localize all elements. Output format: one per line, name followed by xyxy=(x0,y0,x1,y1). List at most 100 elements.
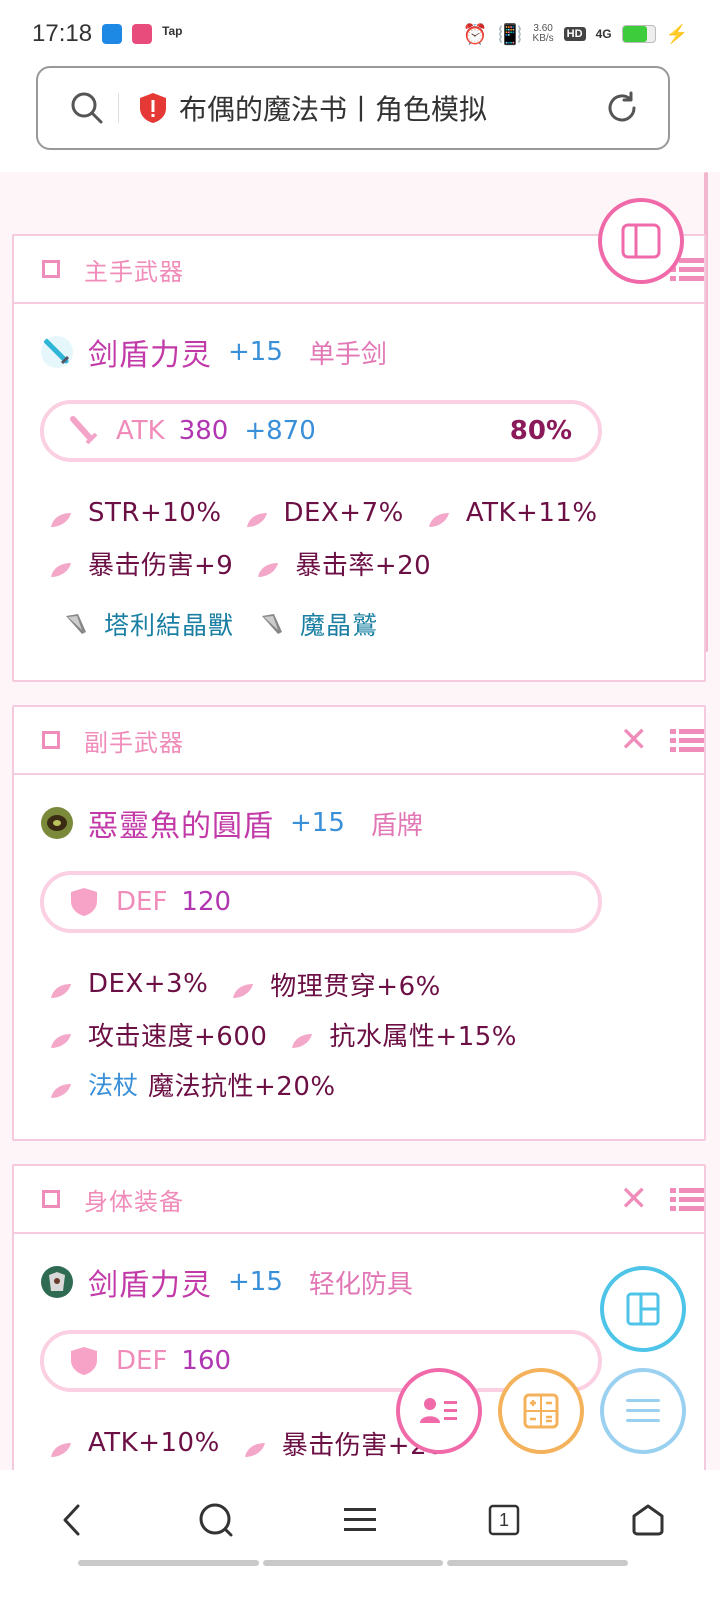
leaf-icon xyxy=(51,1443,71,1457)
leaf-icon xyxy=(246,513,267,527)
stat-value: 120 xyxy=(181,887,232,917)
address-bar[interactable]: 布偶的魔法书丨角色模拟 xyxy=(36,66,670,150)
card-checkbox[interactable] xyxy=(42,1190,60,1208)
leaf-icon xyxy=(292,1034,313,1048)
menu-nav-button[interactable] xyxy=(330,1490,390,1550)
alarm-icon: ⏰ xyxy=(462,23,488,46)
crystal-chip[interactable]: 塔利結晶獸 xyxy=(64,606,234,642)
sub-weapon-card: 副手武器 ✕ 惡靈魚的圓盾 +15 盾牌 DEF 120 DEX+3% 物理贯穿… xyxy=(12,705,706,1141)
status-time: 17:18 xyxy=(32,20,93,47)
stat-label: ATK xyxy=(116,416,165,446)
item-row[interactable]: 惡靈魚的圓盾 +15 盾牌 xyxy=(14,775,704,871)
item-refine: +15 xyxy=(228,337,283,367)
attribute-text: 暴击率+20 xyxy=(295,550,432,581)
attribute: 法杖 魔法抗性+20% xyxy=(50,1066,336,1103)
card-header: 身体装备 ✕ xyxy=(14,1166,704,1234)
leaf-icon xyxy=(244,1443,265,1457)
attribute: 攻击速度+600 xyxy=(50,1016,267,1053)
gesture-bar[interactable] xyxy=(78,1560,629,1566)
item-name: 剑盾力灵 xyxy=(88,338,212,373)
item-refine: +15 xyxy=(228,1267,283,1297)
attribute-text: 物理贯穿+6% xyxy=(270,971,441,1002)
home-icon xyxy=(632,1504,664,1536)
attribute: 抗水属性+15% xyxy=(291,1016,517,1053)
list-icon[interactable] xyxy=(670,729,704,753)
list-icon[interactable] xyxy=(670,1188,704,1212)
sidebar-icon xyxy=(621,223,661,259)
signal-icon: 4G xyxy=(595,27,612,41)
crystal-chip[interactable]: 魔晶鷲 xyxy=(260,606,378,642)
item-row[interactable]: 剑盾力灵 +15 单手剑 xyxy=(14,304,704,400)
stat-percent: 80% xyxy=(509,416,572,446)
item-type: 轻化防具 xyxy=(308,1269,413,1300)
attribute-line: 攻击速度+600 抗水属性+15% xyxy=(50,1009,704,1059)
item-name: 剑盾力灵 xyxy=(88,1268,212,1303)
crystal-icon xyxy=(66,614,86,634)
address-divider xyxy=(118,93,119,123)
stat-label: DEF xyxy=(116,1346,168,1376)
tab-count: 1 xyxy=(498,1509,509,1530)
card-checkbox[interactable] xyxy=(42,731,60,749)
equipment-content[interactable]: 主手武器 剑盾力灵 +15 单手剑 ATK 380 +870 80% STR+1… xyxy=(0,172,720,1470)
battery-icon xyxy=(621,25,656,43)
attribute-list: DEX+3% 物理贯穿+6% 攻击速度+600 抗水属性+15% 法杖 魔法抗性+… xyxy=(14,933,704,1109)
def-stat-pill: DEF 120 xyxy=(40,871,602,933)
crystal-icon xyxy=(262,614,283,634)
search-icon[interactable] xyxy=(70,91,104,125)
home-button[interactable] xyxy=(618,1490,678,1550)
item-name: 惡靈魚的圓盾 xyxy=(88,809,274,844)
reload-icon[interactable] xyxy=(604,90,640,126)
layout-button[interactable] xyxy=(600,1266,686,1352)
leaf-icon xyxy=(51,563,71,577)
back-button[interactable] xyxy=(42,1490,102,1550)
network-speed: 3.60 KB/s xyxy=(533,24,554,44)
attribute-text: 暴击伤害+9 xyxy=(88,550,234,581)
calculator-button[interactable] xyxy=(498,1368,584,1454)
tabs-button[interactable]: 1 xyxy=(474,1490,534,1550)
attribute-list: STR+10% DEX+7% ATK+11% 暴击伤害+9 暴击率+20 xyxy=(14,462,704,588)
status-bar: 17:18 Tap ⏰ 📳 3.60 KB/s HD 4G ⚡ xyxy=(0,0,720,68)
attribute: 物理贯穿+6% xyxy=(232,966,441,1003)
leaf-icon xyxy=(51,984,71,998)
close-icon[interactable]: ✕ xyxy=(620,1182,649,1216)
armor-icon xyxy=(41,1266,73,1298)
attribute-text: 攻击速度+600 xyxy=(88,1021,268,1052)
item-type: 单手剑 xyxy=(308,339,387,370)
sidebar-toggle-button[interactable] xyxy=(598,198,684,284)
attribute-line: 法杖 魔法抗性+20% xyxy=(50,1059,704,1109)
item-refine: +15 xyxy=(290,808,345,838)
card-checkbox[interactable] xyxy=(42,260,60,278)
attribute-text: STR+10% xyxy=(88,498,222,528)
menu-button[interactable] xyxy=(600,1368,686,1454)
network-speed-unit: KB/s xyxy=(532,33,554,44)
back-icon xyxy=(63,1504,80,1536)
shield-icon xyxy=(71,888,97,916)
card-title: 副手武器 xyxy=(84,728,184,757)
item-type: 盾牌 xyxy=(370,810,423,841)
vibrate-icon: 📳 xyxy=(497,23,523,46)
attribute-text: DEX+3% xyxy=(88,969,209,999)
layout-icon xyxy=(626,1292,660,1326)
card-title: 主手武器 xyxy=(84,257,184,286)
search-button[interactable] xyxy=(186,1490,246,1550)
attribute: 暴击伤害+9 xyxy=(50,545,233,582)
stat-value: 160 xyxy=(181,1346,232,1376)
attribute-text: 魔法抗性+20% xyxy=(148,1071,336,1102)
shield-icon xyxy=(71,1347,97,1375)
security-shield-icon[interactable] xyxy=(139,92,167,124)
charging-icon: ⚡ xyxy=(665,23,688,44)
attribute-text: ATK+10% xyxy=(88,1428,220,1458)
person-list-icon xyxy=(420,1398,457,1423)
attribute-line: DEX+3% 物理贯穿+6% xyxy=(50,959,704,1009)
attribute-condition: 法杖 xyxy=(88,1071,139,1100)
attribute: 暴击率+20 xyxy=(257,545,431,582)
close-icon[interactable]: ✕ xyxy=(620,723,649,757)
stat-value: 380 xyxy=(178,416,229,446)
character-button[interactable] xyxy=(396,1368,482,1454)
hd-badge: HD xyxy=(563,27,586,41)
app-notification-icon xyxy=(132,24,153,44)
leaf-icon xyxy=(51,1034,71,1048)
attribute-line: STR+10% DEX+7% ATK+11% xyxy=(50,488,704,538)
attribute-text: 抗水属性+15% xyxy=(329,1021,517,1052)
page-title[interactable]: 布偶的魔法书丨角色模拟 xyxy=(179,88,487,128)
